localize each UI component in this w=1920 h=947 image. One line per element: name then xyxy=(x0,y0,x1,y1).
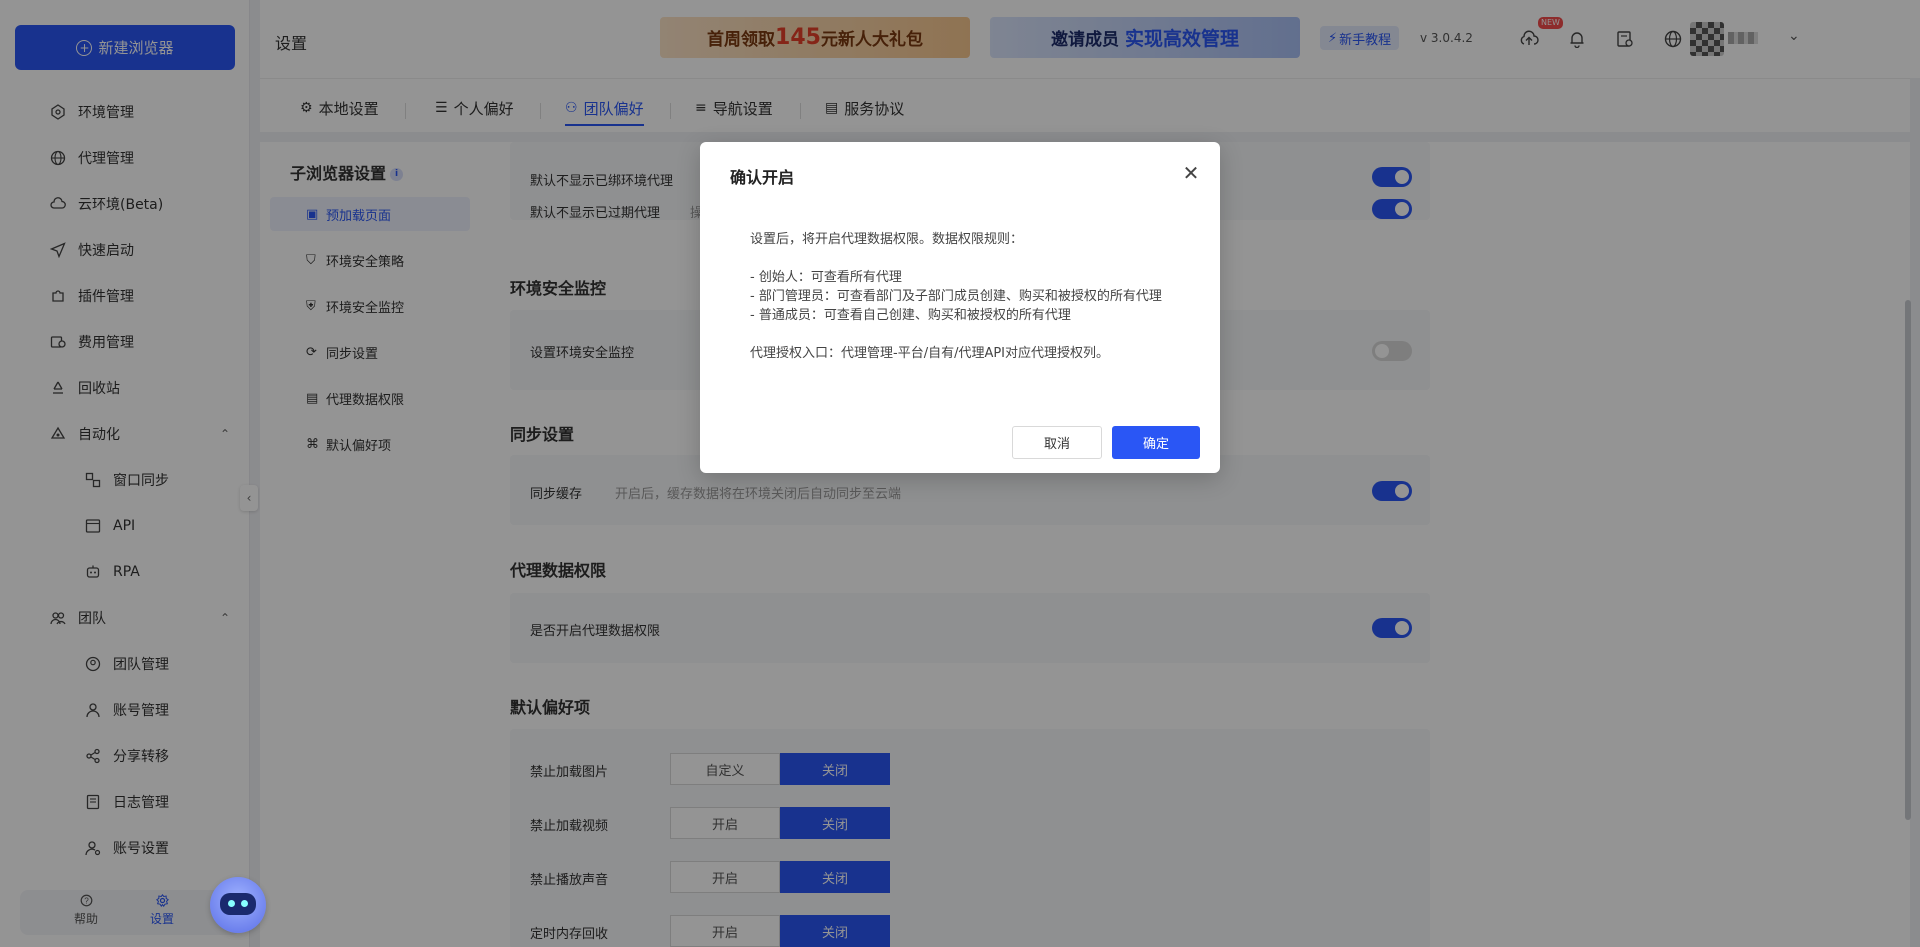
modal-body: 设置后，将开启代理数据权限。数据权限规则： - 创始人：可查看所有代理 - 部门… xyxy=(750,230,1180,363)
confirm-button[interactable]: 确定 xyxy=(1112,426,1200,459)
modal-text: - 部门管理员：可查看部门及子部门成员创建、购买和被授权的所有代理 xyxy=(750,289,1162,304)
modal-text: - 创始人：可查看所有代理 xyxy=(750,270,902,285)
robot-eye xyxy=(241,900,248,907)
robot-face xyxy=(220,893,256,915)
modal-title: 确认开启 xyxy=(730,168,795,187)
cancel-button[interactable]: 取消 xyxy=(1012,426,1102,459)
confirm-modal: 确认开启 ✕ 设置后，将开启代理数据权限。数据权限规则： - 创始人：可查看所有… xyxy=(700,142,1220,473)
modal-text: 代理授权入口：代理管理-平台/自有/代理API对应代理授权列。 xyxy=(750,346,1110,361)
modal-text: 设置后，将开启代理数据权限。数据权限规则： xyxy=(750,232,1024,247)
robot-eye xyxy=(228,900,235,907)
modal-text: - 普通成员：可查看自己创建、购买和被授权的所有代理 xyxy=(750,308,1071,323)
close-icon[interactable]: ✕ xyxy=(1180,161,1202,185)
assistant-robot-avatar[interactable] xyxy=(210,877,266,933)
